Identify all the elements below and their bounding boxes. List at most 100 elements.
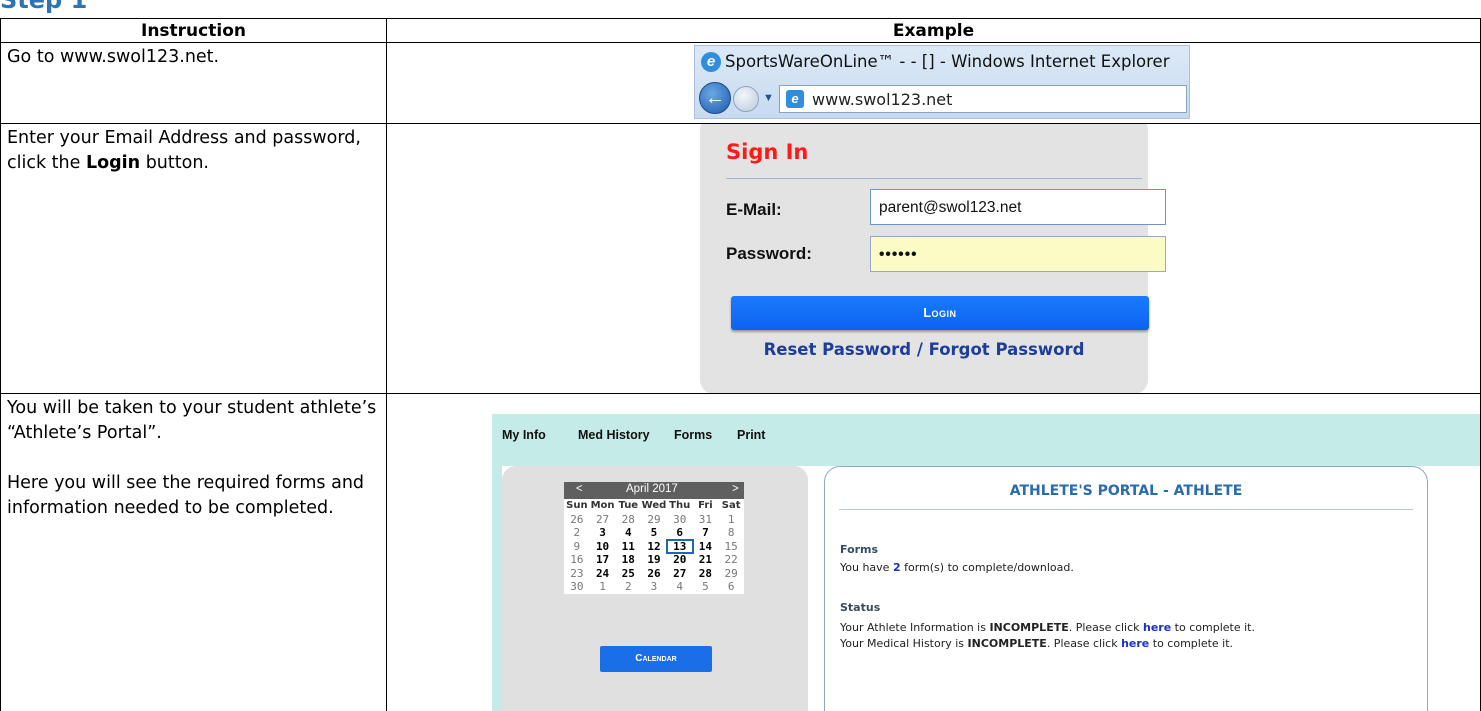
calendar-day[interactable]: 16: [564, 553, 590, 567]
calendar-day[interactable]: 13: [665, 538, 694, 554]
calendar-day[interactable]: 2: [564, 526, 590, 540]
reset-password-link[interactable]: Reset Password / Forgot Password: [700, 340, 1148, 359]
calendar-day[interactable]: 15: [718, 540, 744, 554]
calendar-day[interactable]: 4: [667, 580, 693, 594]
calendar-day[interactable]: 9: [564, 540, 590, 554]
internet-explorer-icon: e: [701, 52, 721, 72]
table-row: Enter your Email Address and password, c…: [0, 123, 1481, 394]
calendar-day[interactable]: 11: [615, 540, 641, 554]
forms-text-end: form(s) to complete/download.: [900, 561, 1074, 574]
divider: [726, 178, 1142, 179]
forms-section: Forms You have 2 form(s) to complete/dow…: [840, 543, 1074, 580]
calendar-day-name: Sat: [721, 500, 741, 511]
calendar-day[interactable]: 4: [615, 526, 641, 540]
calendar-day[interactable]: 26: [564, 513, 590, 527]
browser-navbar: ← ▼ e www.swol123.net: [699, 82, 1189, 116]
calendar-day[interactable]: 22: [718, 553, 744, 567]
password-field[interactable]: ••••••: [870, 236, 1166, 272]
athlete-info-link[interactable]: here: [1143, 621, 1171, 634]
calendar-day[interactable]: 26: [641, 567, 667, 581]
calendar-day[interactable]: 27: [667, 567, 693, 581]
calendar-day[interactable]: 2: [615, 580, 641, 594]
calendar-day[interactable]: 18: [615, 553, 641, 567]
forms-heading: Forms: [840, 543, 879, 556]
example-cell: Sign In E-Mail: parent@swol123.net Passw…: [386, 123, 1481, 394]
calendar-day[interactable]: 25: [615, 567, 641, 581]
calendar-day[interactable]: 29: [641, 513, 667, 527]
calendar-day[interactable]: 28: [693, 567, 719, 581]
calendar-day[interactable]: 21: [693, 553, 719, 567]
step2-text-bold: Login: [85, 153, 141, 173]
calendar-day-name: Tue: [618, 500, 639, 511]
calendar-day-name: Sun: [566, 500, 588, 511]
email-field[interactable]: parent@swol123.net: [870, 189, 1166, 225]
step3-text-p1: You will be taken to your student athlet…: [7, 398, 377, 443]
calendar-day[interactable]: 23: [564, 567, 590, 581]
header-instruction: Instruction: [0, 18, 387, 43]
calendar-day-name: Fri: [698, 500, 713, 511]
back-arrow-icon[interactable]: ←: [699, 82, 731, 114]
med-history-link[interactable]: here: [1121, 637, 1149, 650]
mini-calendar: < April 2017 > Sun Mon Tue Wed Thu Fri Sat 26 27…: [564, 482, 744, 594]
portal-menu: My Info Med History Forms Print: [492, 414, 1480, 460]
calendar-header: < April 2017 >: [564, 482, 744, 499]
portal-body: < April 2017 > Sun Mon Tue Wed Thu Fri Sat 26 27…: [502, 466, 1480, 711]
calendar-next-button[interactable]: >: [732, 483, 739, 495]
calendar-day[interactable]: 7: [693, 526, 719, 540]
header-example: Example: [386, 18, 1481, 43]
status-text: Your Medical History is: [840, 637, 968, 650]
section-heading-strip: Step 1: [0, 0, 1481, 18]
address-bar[interactable]: e www.swol123.net: [779, 85, 1187, 113]
step1-text: Go to www.swol123.net.: [7, 47, 220, 67]
calendar-day[interactable]: 10: [590, 540, 616, 554]
calendar-day[interactable]: 3: [590, 526, 616, 540]
email-label: E-Mail:: [726, 200, 782, 219]
calendar-day[interactable]: 8: [718, 526, 744, 540]
calendar-day[interactable]: 17: [590, 553, 616, 567]
instruction-cell: Go to www.swol123.net.: [0, 42, 387, 124]
calendar-day[interactable]: 14: [693, 540, 719, 554]
menu-item-print[interactable]: Print: [737, 428, 765, 442]
calendar-day[interactable]: 29: [718, 567, 744, 581]
table-header-row: Instruction Example: [0, 18, 1481, 43]
menu-item-my-info[interactable]: My Info: [502, 428, 546, 442]
calendar-day[interactable]: 24: [590, 567, 616, 581]
calendar-day[interactable]: 1: [590, 580, 616, 594]
calendar-day[interactable]: 19: [641, 553, 667, 567]
calendar-prev-button[interactable]: <: [576, 483, 583, 495]
password-label: Password:: [726, 244, 812, 263]
section-heading-cutoff: Step 1: [0, 0, 88, 14]
sign-in-title: Sign In: [726, 140, 809, 164]
forward-arrow-icon[interactable]: [733, 86, 759, 112]
divider: [839, 509, 1413, 510]
athlete-portal-screenshot: My Info Med History Forms Print < April …: [492, 414, 1480, 711]
history-dropdown-icon[interactable]: ▼: [763, 92, 774, 104]
menu-item-forms[interactable]: Forms: [674, 428, 712, 442]
status-text: to complete it.: [1171, 621, 1255, 634]
calendar-day[interactable]: 5: [693, 580, 719, 594]
calendar-day[interactable]: 27: [590, 513, 616, 527]
calendar-day[interactable]: 6: [667, 526, 693, 540]
calendar-day[interactable]: 28: [615, 513, 641, 527]
menu-item-med-history[interactable]: Med History: [578, 428, 650, 442]
calendar-day[interactable]: 20: [667, 553, 693, 567]
status-state: INCOMPLETE: [967, 637, 1047, 650]
step3-text-p2: Here you will see the required forms and…: [7, 473, 365, 518]
calendar-button[interactable]: Calendar: [600, 646, 712, 672]
calendar-day[interactable]: 6: [718, 580, 744, 594]
status-text: . Please click: [1046, 637, 1122, 650]
instruction-cell: You will be taken to your student athlet…: [0, 393, 387, 711]
calendar-day[interactable]: 3: [641, 580, 667, 594]
login-button[interactable]: Login: [731, 296, 1149, 330]
forms-count-link[interactable]: 2: [893, 561, 901, 574]
status-heading: Status: [840, 601, 881, 614]
calendar-day[interactable]: 30: [667, 513, 693, 527]
address-url: www.swol123.net: [812, 90, 953, 109]
instruction-cell: Enter your Email Address and password, c…: [0, 123, 387, 394]
portal-title: ATHLETE'S PORTAL - ATHLETE: [1009, 483, 1243, 499]
calendar-day[interactable]: 30: [564, 580, 590, 594]
calendar-day[interactable]: 12: [641, 540, 667, 554]
calendar-day[interactable]: 31: [693, 513, 719, 527]
calendar-day[interactable]: 1: [718, 513, 744, 527]
calendar-day[interactable]: 5: [641, 526, 667, 540]
